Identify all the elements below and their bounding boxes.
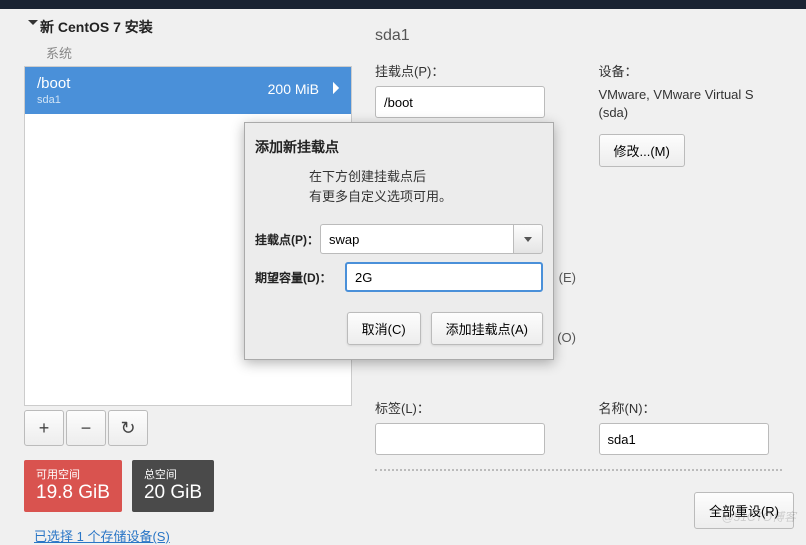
reload-button[interactable]: ↻	[108, 410, 148, 446]
mountpoint-input[interactable]	[375, 86, 545, 118]
caret-down-icon	[28, 20, 38, 25]
mountpoint-label: 挂载点(P)：	[375, 61, 559, 80]
add-mountpoint-button[interactable]: 添加挂载点(A)	[431, 312, 543, 345]
reformat-suffix: (O)	[557, 330, 576, 345]
dialog-title: 添加新挂载点	[245, 123, 553, 165]
divider	[375, 469, 782, 471]
cancel-button[interactable]: 取消(C)	[347, 312, 421, 345]
add-partition-button[interactable]: +	[24, 410, 64, 446]
tree-header-text: 新 CentOS 7 安装	[40, 19, 153, 35]
name-input[interactable]	[599, 423, 769, 455]
total-label: 总空间	[144, 466, 202, 482]
avail-label: 可用空间	[36, 466, 110, 482]
dialog-capacity-input[interactable]	[345, 262, 543, 292]
total-space-box: 总空间 20 GiB	[132, 460, 214, 512]
chevron-down-icon	[524, 237, 532, 242]
page-title: sda1	[375, 27, 782, 45]
chevron-right-icon	[332, 81, 341, 100]
total-value: 20 GiB	[144, 482, 202, 504]
label-input[interactable]	[375, 423, 545, 455]
dialog-mount-label: 挂载点(P)：	[255, 231, 320, 248]
install-tree-header[interactable]: 新 CentOS 7 安装	[0, 9, 353, 43]
tree-category: 系统	[0, 43, 353, 66]
encrypt-suffix: (E)	[559, 270, 576, 285]
device-text: VMware, VMware Virtual S (sda)	[599, 86, 783, 122]
partition-size: 200 MiB	[268, 81, 319, 97]
remove-partition-button[interactable]: −	[66, 410, 106, 446]
label-field-label: 标签(L)：	[375, 398, 559, 417]
name-field-label: 名称(N)：	[599, 398, 783, 417]
partition-row-boot[interactable]: /boot sda1 200 MiB	[25, 67, 351, 114]
modify-button[interactable]: 修改...(M)	[599, 134, 685, 167]
dialog-message: 在下方创建挂载点后 有更多自定义选项可用。	[245, 165, 553, 220]
dialog-mount-input[interactable]	[320, 224, 513, 254]
storage-devices-link[interactable]: 已选择 1 个存储设备(S)	[34, 526, 353, 545]
watermark: @51CTO博客	[721, 508, 796, 525]
add-mountpoint-dialog: 添加新挂载点 在下方创建挂载点后 有更多自定义选项可用。 挂载点(P)： 期望容…	[244, 122, 554, 360]
available-space-box: 可用空间 19.8 GiB	[24, 460, 122, 512]
dialog-capacity-label: 期望容量(D)：	[255, 269, 345, 286]
device-label: 设备：	[599, 61, 783, 80]
dialog-mount-dropdown[interactable]	[513, 224, 543, 254]
avail-value: 19.8 GiB	[36, 482, 110, 504]
